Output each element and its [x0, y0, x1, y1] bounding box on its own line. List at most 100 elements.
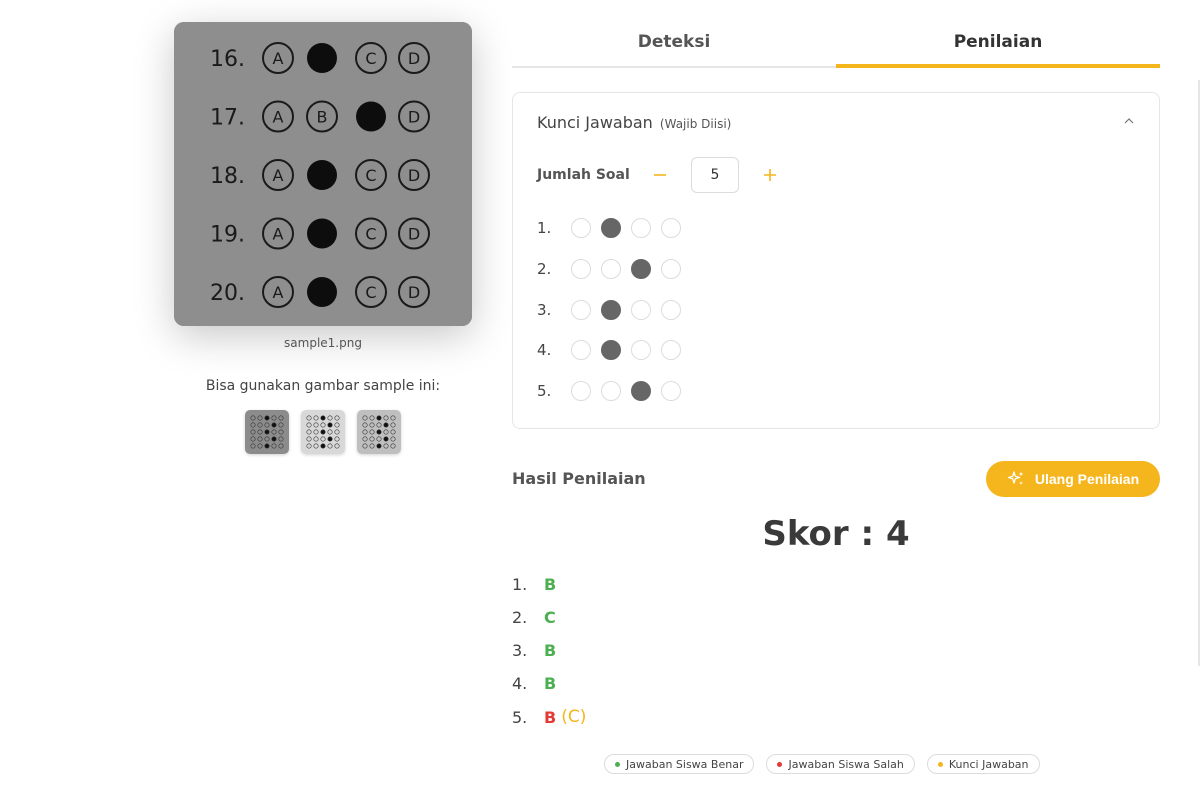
answer-key-title: Kunci Jawaban (Wajib Diisi) [537, 113, 731, 132]
regrade-button[interactable]: Ulang Penilaian [986, 461, 1160, 497]
sheet-question-number: 19. [210, 223, 245, 248]
sheet-bubble-letter: C [365, 49, 376, 68]
legend-item: Jawaban Siswa Salah [766, 754, 915, 774]
answer-option-radio[interactable] [571, 218, 591, 238]
sheet-bubble-letter: C [365, 166, 376, 185]
answer-key-row: 3. [537, 298, 691, 322]
answer-option-radio[interactable] [661, 258, 681, 279]
question-count-input[interactable] [691, 157, 739, 193]
sheet-bubble-letter: D [408, 49, 420, 68]
tab-penilaian[interactable]: Penilaian [836, 26, 1160, 68]
legend-dot [777, 761, 783, 767]
student-answer: B [544, 674, 557, 693]
answer-key-row: 5. [537, 379, 691, 403]
sheet-bubble-letter: B [317, 108, 328, 127]
sparkle-icon [1007, 471, 1024, 485]
answer-option-radio[interactable] [601, 218, 621, 238]
student-answer: B [544, 575, 557, 594]
sheet-bubble-letter: D [408, 108, 420, 127]
question-count-row: Jumlah Soal [537, 157, 781, 193]
sample-image-1[interactable] [245, 410, 289, 454]
sheet-bubble-letter: D [408, 225, 420, 244]
sheet-filled-bubble [307, 277, 337, 307]
sheet-question-number: 17. [210, 106, 245, 131]
sheet-filled-bubble [307, 160, 337, 190]
legend-label: Kunci Jawaban [948, 757, 1029, 771]
result-row: 4. B [512, 674, 556, 693]
sheet-bubble-letter: A [273, 108, 284, 127]
answer-option-radio[interactable] [571, 381, 591, 402]
result-row-number: 4. [512, 674, 528, 693]
answer-key-row-number: 5. [537, 382, 552, 401]
student-answer: B [544, 641, 557, 660]
answer-option-radio[interactable] [661, 340, 681, 361]
answer-option-radio[interactable] [631, 340, 651, 361]
legend-item: Jawaban Siswa Benar [604, 754, 755, 774]
answer-key-title-text: Kunci Jawaban [537, 113, 653, 132]
answer-key-row: 1. [537, 216, 691, 240]
answer-key-row-number: 4. [537, 341, 552, 360]
sheet-bubble-letter: A [273, 166, 284, 185]
result-row: 2. C [512, 608, 556, 627]
answer-key-required-note: (Wajib Diisi) [659, 117, 732, 131]
answer-option-radio[interactable] [601, 381, 621, 402]
sheet-bubble-letter: A [273, 225, 284, 244]
sheet-bubble-letter: A [273, 283, 284, 302]
answer-key-row-number: 1. [537, 219, 552, 237]
answer-key-row-number: 3. [537, 300, 552, 319]
preview-filename: sample1.png [284, 336, 362, 350]
tab-bar: Deteksi Penilaian [512, 26, 1160, 68]
answer-option-radio[interactable] [571, 340, 591, 361]
student-answer: B [544, 707, 557, 727]
answer-option-radio[interactable] [571, 299, 591, 320]
legend-dot [937, 761, 943, 767]
decrement-button[interactable] [649, 164, 671, 186]
regrade-button-label: Ulang Penilaian [1034, 471, 1140, 487]
legend-label: Jawaban Siswa Benar [626, 757, 744, 771]
increment-button[interactable] [759, 164, 781, 186]
sample-image-3[interactable] [357, 410, 401, 454]
plus-icon [764, 169, 776, 181]
sheet-bubble-letter: D [408, 166, 420, 185]
sample-image-2[interactable] [301, 410, 345, 454]
sheet-bubble-letter: C [365, 283, 376, 302]
answer-option-radio[interactable] [601, 258, 621, 279]
answer-option-radio[interactable] [661, 218, 681, 238]
result-legend: Jawaban Siswa Benar Jawaban Siswa Salah Ku… [604, 754, 1040, 774]
legend-dot [615, 761, 620, 767]
answer-key-panel: Kunci Jawaban (Wajib Diisi) Jumlah Soal … [512, 92, 1160, 429]
answer-option-radio[interactable] [631, 258, 651, 279]
answer-option-radio[interactable] [631, 299, 651, 320]
minus-icon [654, 174, 666, 176]
legend-label: Jawaban Siswa Salah [788, 757, 904, 771]
result-row-number: 3. [512, 641, 528, 660]
sheet-question-number: 18. [210, 164, 245, 189]
sheet-filled-bubble [307, 218, 337, 249]
correct-key-answer: (C) [561, 707, 587, 727]
sheet-bubble-letter: D [408, 283, 420, 302]
result-row-number: 1. [512, 575, 528, 594]
score-display: Skor : 4 [762, 514, 910, 554]
answer-key-row: 4. [537, 338, 691, 362]
result-row-number: 5. [512, 707, 528, 727]
result-row: 1. B [512, 575, 556, 594]
sheet-filled-bubble [356, 101, 386, 132]
answer-option-radio[interactable] [571, 258, 591, 279]
result-row-number: 2. [512, 608, 528, 627]
results-title: Hasil Penilaian [512, 469, 646, 488]
sheet-filled-bubble [307, 43, 337, 73]
answer-option-radio[interactable] [661, 299, 681, 320]
sheet-bubble-letter: A [273, 49, 284, 68]
tab-deteksi[interactable]: Deteksi [512, 26, 836, 68]
sample-hint: Bisa gunakan gambar sample ini: [205, 378, 441, 394]
answer-option-radio[interactable] [661, 381, 681, 402]
question-count-label: Jumlah Soal [537, 167, 630, 183]
legend-item: Kunci Jawaban [926, 754, 1040, 774]
answer-option-radio[interactable] [601, 299, 621, 320]
sheet-bubble-letter: C [365, 225, 376, 244]
answer-option-radio[interactable] [631, 218, 651, 238]
answer-option-radio[interactable] [601, 340, 621, 361]
answer-option-radio[interactable] [631, 381, 651, 402]
answer-sheet-image: 16. A C D 17. A B D 18. A C D 19. A C D 20. A C D [174, 22, 472, 326]
chevron-up-icon[interactable] [1121, 113, 1137, 129]
